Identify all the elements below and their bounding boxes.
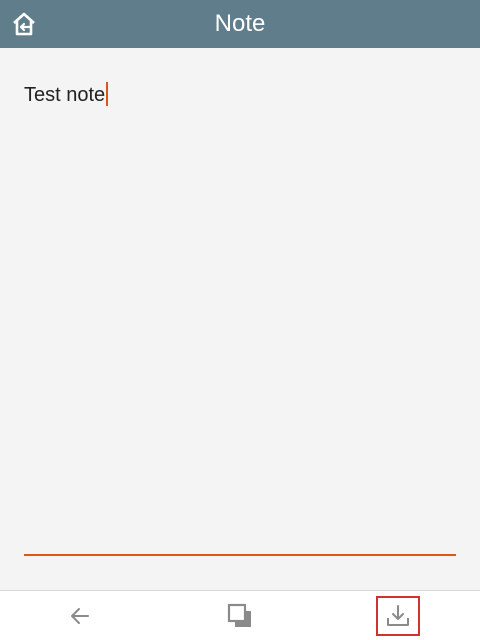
- title-bar: Note: [0, 0, 480, 48]
- copy-button[interactable]: [218, 596, 262, 636]
- note-text-field[interactable]: Test note: [24, 72, 456, 556]
- back-button[interactable]: [58, 596, 102, 636]
- bottom-toolbar: [0, 590, 480, 640]
- home-button[interactable]: [6, 6, 42, 42]
- download-icon: [387, 605, 409, 626]
- note-text-content: Test note: [24, 84, 106, 106]
- note-screen: Note Test note: [0, 0, 480, 640]
- arrow-left-icon: [71, 608, 89, 624]
- save-download-button[interactable]: [376, 596, 420, 636]
- text-caret: [106, 82, 108, 106]
- note-text-value: Test note: [24, 82, 108, 107]
- home-back-icon: [13, 12, 35, 36]
- copy-icon: [227, 603, 251, 627]
- page-title: Note: [214, 10, 266, 37]
